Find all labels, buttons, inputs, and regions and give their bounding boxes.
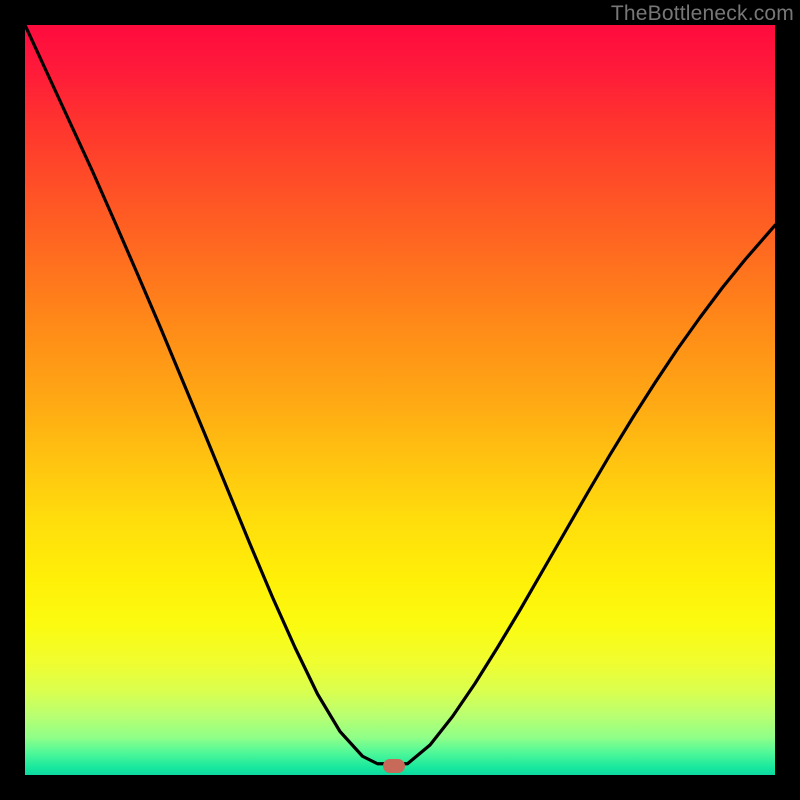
chart-frame: TheBottleneck.com [0,0,800,800]
min-marker [383,759,405,773]
chart-plot-area [25,25,775,775]
chart-curve [25,25,775,775]
curve-path [25,25,775,764]
watermark-text: TheBottleneck.com [611,2,794,26]
